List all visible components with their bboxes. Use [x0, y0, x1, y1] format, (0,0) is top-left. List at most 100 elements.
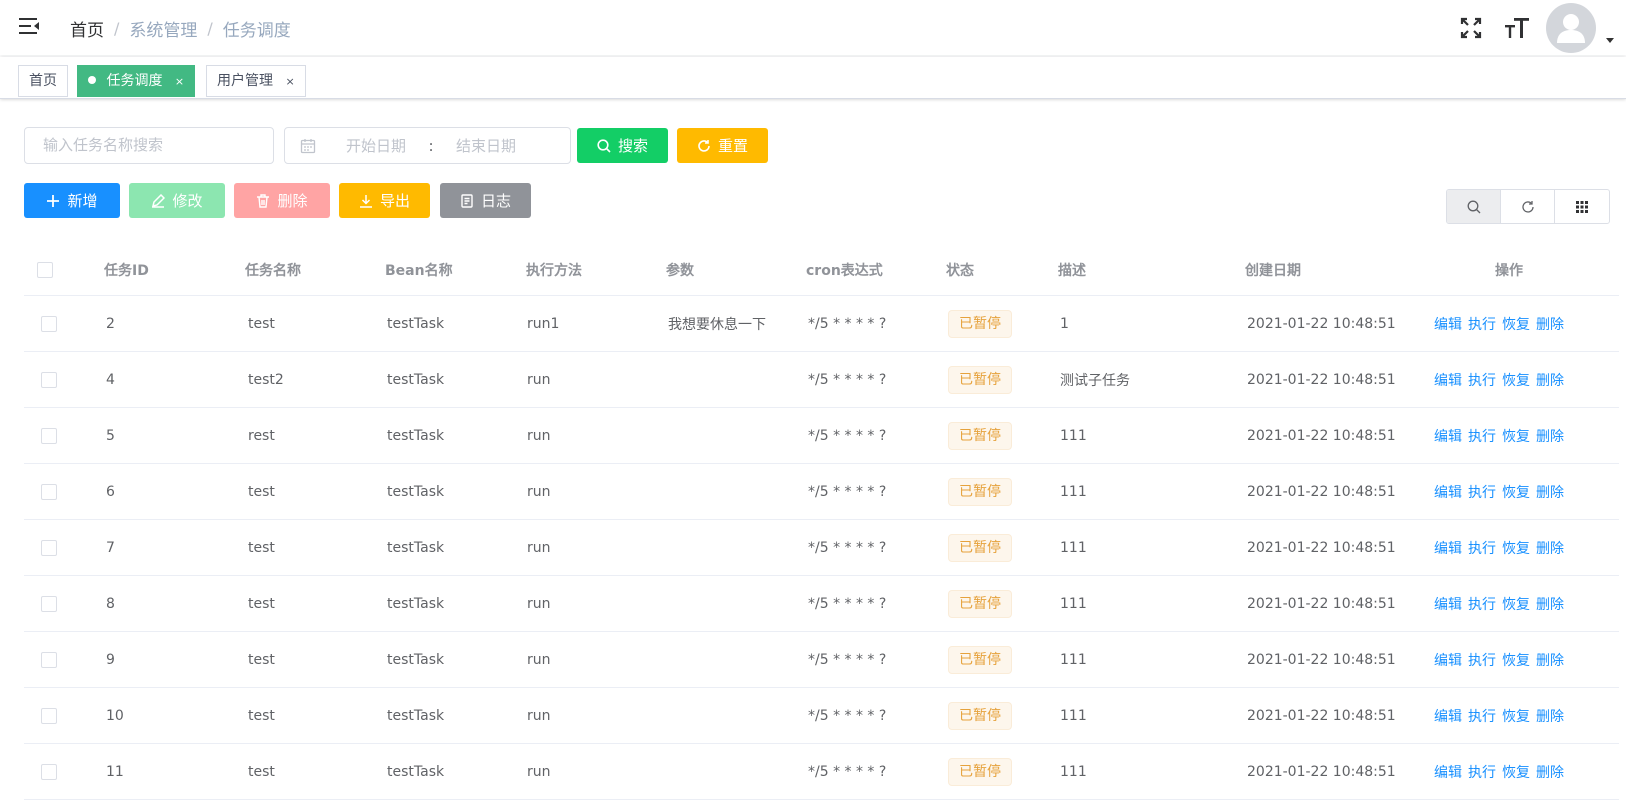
tag-user[interactable]: 用户管理 ×	[206, 65, 306, 97]
breadcrumb-home[interactable]: 首页	[70, 16, 104, 41]
delete-link[interactable]: 删除	[1536, 314, 1564, 334]
row-checkbox[interactable]	[41, 763, 57, 780]
cell-description: 测试子任务	[1060, 372, 1130, 389]
edit-link[interactable]: 编辑	[1434, 370, 1462, 390]
resume-link[interactable]: 恢复	[1502, 538, 1530, 558]
cell-created: 2021-01-22 10:48:51	[1247, 763, 1396, 780]
header-bean[interactable]: Bean名称	[385, 244, 453, 295]
edit-link[interactable]: 编辑	[1434, 482, 1462, 502]
search-button[interactable]: 搜索	[577, 128, 668, 163]
delete-link[interactable]: 删除	[1536, 650, 1564, 670]
run-link[interactable]: 执行	[1468, 650, 1496, 670]
status-badge: 已暂停	[948, 589, 1012, 618]
cell-method: run	[527, 595, 551, 612]
delete-link[interactable]: 删除	[1536, 762, 1564, 782]
table-header: 任务ID 任务名称 Bean名称 执行方法 参数 cron表达式 状态 描述 创…	[24, 244, 1619, 296]
refresh-button[interactable]	[1501, 190, 1555, 223]
table-row: 7 test testTask run */5 * * * * ? 已暂停 11…	[24, 520, 1619, 576]
reset-button[interactable]: 重置	[677, 128, 768, 163]
delete-link[interactable]: 删除	[1536, 482, 1564, 502]
cell-description: 111	[1060, 483, 1087, 500]
run-link[interactable]: 执行	[1468, 594, 1496, 614]
status-badge: 已暂停	[948, 645, 1012, 674]
run-link[interactable]: 执行	[1468, 538, 1496, 558]
header-cron[interactable]: cron表达式	[806, 244, 883, 295]
date-range-picker[interactable]: 开始日期 : 结束日期	[284, 127, 571, 164]
header-created[interactable]: 创建日期	[1245, 244, 1301, 295]
start-date-input[interactable]: 开始日期	[331, 135, 421, 156]
run-link[interactable]: 执行	[1468, 370, 1496, 390]
cell-id: 6	[106, 483, 115, 500]
export-button[interactable]: 导出	[339, 183, 430, 218]
resume-link[interactable]: 恢复	[1502, 370, 1530, 390]
row-checkbox[interactable]	[41, 315, 57, 332]
table-toolbar	[1446, 189, 1610, 224]
row-checkbox[interactable]	[41, 371, 57, 388]
tag-job[interactable]: 任务调度 ×	[77, 65, 196, 97]
run-link[interactable]: 执行	[1468, 762, 1496, 782]
table-row: 8 test testTask run */5 * * * * ? 已暂停 11…	[24, 576, 1619, 632]
tag-home[interactable]: 首页	[18, 65, 68, 97]
cell-id: 5	[106, 427, 115, 444]
breadcrumb-separator: /	[114, 19, 120, 38]
run-link[interactable]: 执行	[1468, 314, 1496, 334]
hamburger-icon[interactable]	[18, 15, 42, 39]
edit-link[interactable]: 编辑	[1434, 762, 1462, 782]
resume-link[interactable]: 恢复	[1502, 762, 1530, 782]
row-checkbox[interactable]	[41, 427, 57, 444]
edit-link[interactable]: 编辑	[1434, 650, 1462, 670]
breadcrumb-separator: /	[207, 19, 213, 38]
header-description[interactable]: 描述	[1058, 244, 1086, 295]
header-method[interactable]: 执行方法	[526, 244, 582, 295]
header-params[interactable]: 参数	[666, 244, 694, 295]
resume-link[interactable]: 恢复	[1502, 706, 1530, 726]
toggle-search-button[interactable]	[1447, 190, 1501, 223]
columns-button[interactable]	[1555, 190, 1609, 223]
cell-method: run	[527, 427, 551, 444]
log-button[interactable]: 日志	[440, 183, 531, 218]
row-checkbox[interactable]	[41, 483, 57, 500]
delete-link[interactable]: 删除	[1536, 538, 1564, 558]
delete-link[interactable]: 删除	[1536, 706, 1564, 726]
row-checkbox[interactable]	[41, 651, 57, 668]
header-status[interactable]: 状态	[946, 244, 974, 295]
delete-link[interactable]: 删除	[1536, 594, 1564, 614]
edit-link[interactable]: 编辑	[1434, 706, 1462, 726]
end-date-input[interactable]: 结束日期	[441, 135, 531, 156]
resume-link[interactable]: 恢复	[1502, 314, 1530, 334]
cell-created: 2021-01-22 10:48:51	[1247, 651, 1396, 668]
run-link[interactable]: 执行	[1468, 426, 1496, 446]
user-avatar-icon[interactable]	[1546, 3, 1596, 53]
row-checkbox[interactable]	[41, 595, 57, 612]
row-operations: 编辑 执行 恢复 删除	[1434, 352, 1564, 407]
edit-link[interactable]: 编辑	[1434, 314, 1462, 334]
row-operations: 编辑 执行 恢复 删除	[1434, 408, 1564, 463]
resume-link[interactable]: 恢复	[1502, 650, 1530, 670]
close-icon[interactable]: ×	[285, 67, 294, 97]
edit-link[interactable]: 编辑	[1434, 538, 1462, 558]
run-link[interactable]: 执行	[1468, 706, 1496, 726]
delete-button[interactable]: 删除	[234, 183, 330, 218]
select-all-checkbox[interactable]	[37, 261, 53, 278]
resume-link[interactable]: 恢复	[1502, 594, 1530, 614]
delete-link[interactable]: 删除	[1536, 426, 1564, 446]
run-link[interactable]: 执行	[1468, 482, 1496, 502]
edit-link[interactable]: 编辑	[1434, 426, 1462, 446]
fullscreen-icon[interactable]	[1448, 0, 1494, 55]
edit-link[interactable]: 编辑	[1434, 594, 1462, 614]
user-menu[interactable]	[1546, 0, 1626, 55]
delete-link[interactable]: 删除	[1536, 370, 1564, 390]
header-id[interactable]: 任务ID	[104, 244, 149, 295]
close-icon[interactable]: ×	[175, 67, 184, 97]
job-name-search-input[interactable]: 输入任务名称搜索	[24, 127, 274, 164]
resume-link[interactable]: 恢复	[1502, 426, 1530, 446]
edit-button[interactable]: 修改	[129, 183, 225, 218]
add-button[interactable]: 新增	[24, 183, 120, 218]
row-checkbox[interactable]	[41, 539, 57, 556]
resume-link[interactable]: 恢复	[1502, 482, 1530, 502]
header-name[interactable]: 任务名称	[245, 244, 301, 295]
grid-icon	[1576, 200, 1588, 213]
row-checkbox[interactable]	[41, 707, 57, 724]
status-badge: 已暂停	[948, 477, 1012, 506]
font-size-icon[interactable]	[1494, 0, 1540, 55]
